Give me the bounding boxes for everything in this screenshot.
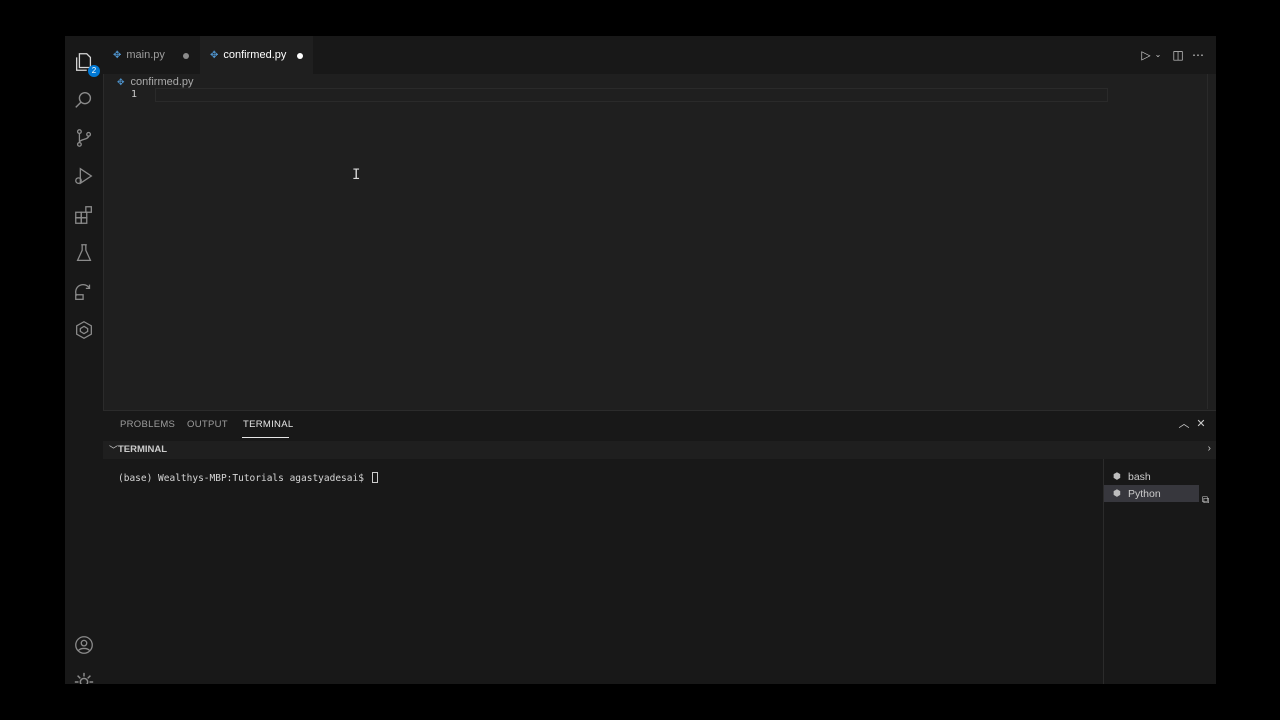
editor-scrollbar[interactable] — [1207, 74, 1216, 409]
extensions-icon[interactable] — [72, 203, 96, 227]
tab-problems[interactable]: PROBLEMS — [120, 419, 175, 430]
unsaved-dot-icon[interactable] — [297, 53, 303, 59]
breadcrumb-file[interactable]: confirmed.py — [131, 76, 194, 88]
vscode-window: 2 ✥ main.py ✥ confirmed.py ▷ ⌄ ◫ ⋯ ✥ con… — [65, 36, 1216, 684]
tab-label: main.py — [126, 49, 165, 61]
tab-main-py[interactable]: ✥ main.py — [103, 36, 199, 74]
run-dropdown-chevron-icon[interactable]: ⌄ — [1151, 48, 1165, 62]
testing-icon[interactable] — [72, 241, 96, 265]
editor-tab-bar: ✥ main.py ✥ confirmed.py ▷ ⌄ ◫ ⋯ — [103, 36, 1216, 74]
terminal-line: (base) Wealthys-MBP:Tutorials agastyades… — [118, 472, 378, 484]
terminal-list: ⬢ bash ⬢ Python — [1103, 459, 1200, 684]
terminal-item-label: Python — [1128, 487, 1161, 500]
more-actions-icon[interactable]: ⋯ — [1191, 48, 1205, 62]
settings-gear-icon[interactable] — [72, 670, 96, 684]
close-panel-icon[interactable]: ✕ — [1194, 417, 1208, 431]
terminal-section-title: TERMINAL — [118, 444, 168, 455]
tab-confirmed-py[interactable]: ✥ confirmed.py — [200, 36, 313, 74]
activity-bar: 2 — [65, 36, 104, 684]
tab-terminal[interactable]: TERMINAL — [243, 419, 293, 430]
maximize-panel-icon[interactable]: ︿ — [1177, 417, 1191, 431]
terminal-cursor — [371, 472, 378, 483]
terminal-prompt: (base) Wealthys-MBP:Tutorials agastyades… — [118, 473, 370, 484]
terminal-item-label: bash — [1128, 470, 1151, 483]
python-file-icon: ✥ — [210, 49, 219, 61]
docker-icon[interactable] — [72, 318, 96, 342]
tab-label: confirmed.py — [223, 49, 287, 61]
terminal-item-bash[interactable]: ⬢ bash — [1104, 468, 1200, 485]
source-control-icon[interactable] — [72, 126, 96, 150]
text-cursor-icon: I — [352, 167, 361, 183]
terminal-body[interactable]: (base) Wealthys-MBP:Tutorials agastyades… — [103, 459, 1103, 684]
active-tab-indicator — [242, 437, 289, 438]
chevron-right-icon[interactable]: › — [1208, 443, 1211, 454]
editor-current-line[interactable] — [155, 88, 1108, 102]
account-icon[interactable] — [72, 633, 96, 657]
python-file-icon: ✥ — [113, 49, 122, 61]
terminal-scrollbar[interactable] — [1199, 459, 1216, 684]
terminal-icon: ⬢ — [1113, 471, 1121, 481]
split-terminal-icon[interactable]: ⧉ — [1202, 495, 1209, 506]
terminal-item-python[interactable]: ⬢ Python — [1104, 485, 1200, 502]
python-file-icon: ✥ — [117, 76, 125, 87]
remote-explorer-icon[interactable] — [72, 280, 96, 304]
explorer-badge: 2 — [88, 65, 100, 77]
tab-output[interactable]: OUTPUT — [187, 419, 228, 430]
terminal-section-header[interactable]: ﹀ TERMINAL › — [103, 441, 1216, 459]
split-editor-icon[interactable]: ◫ — [1171, 48, 1185, 62]
files-icon[interactable]: 2 — [72, 50, 100, 77]
bottom-panel: PROBLEMS OUTPUT TERMINAL ︿ ✕ ﹀ TERMINAL … — [103, 410, 1216, 684]
search-icon[interactable] — [72, 88, 96, 112]
unsaved-dot-icon[interactable] — [183, 53, 189, 59]
chevron-down-icon[interactable]: ﹀ — [109, 443, 118, 456]
run-debug-icon[interactable] — [72, 164, 96, 188]
line-number: 1 — [130, 89, 137, 100]
terminal-icon: ⬢ — [1113, 488, 1121, 498]
